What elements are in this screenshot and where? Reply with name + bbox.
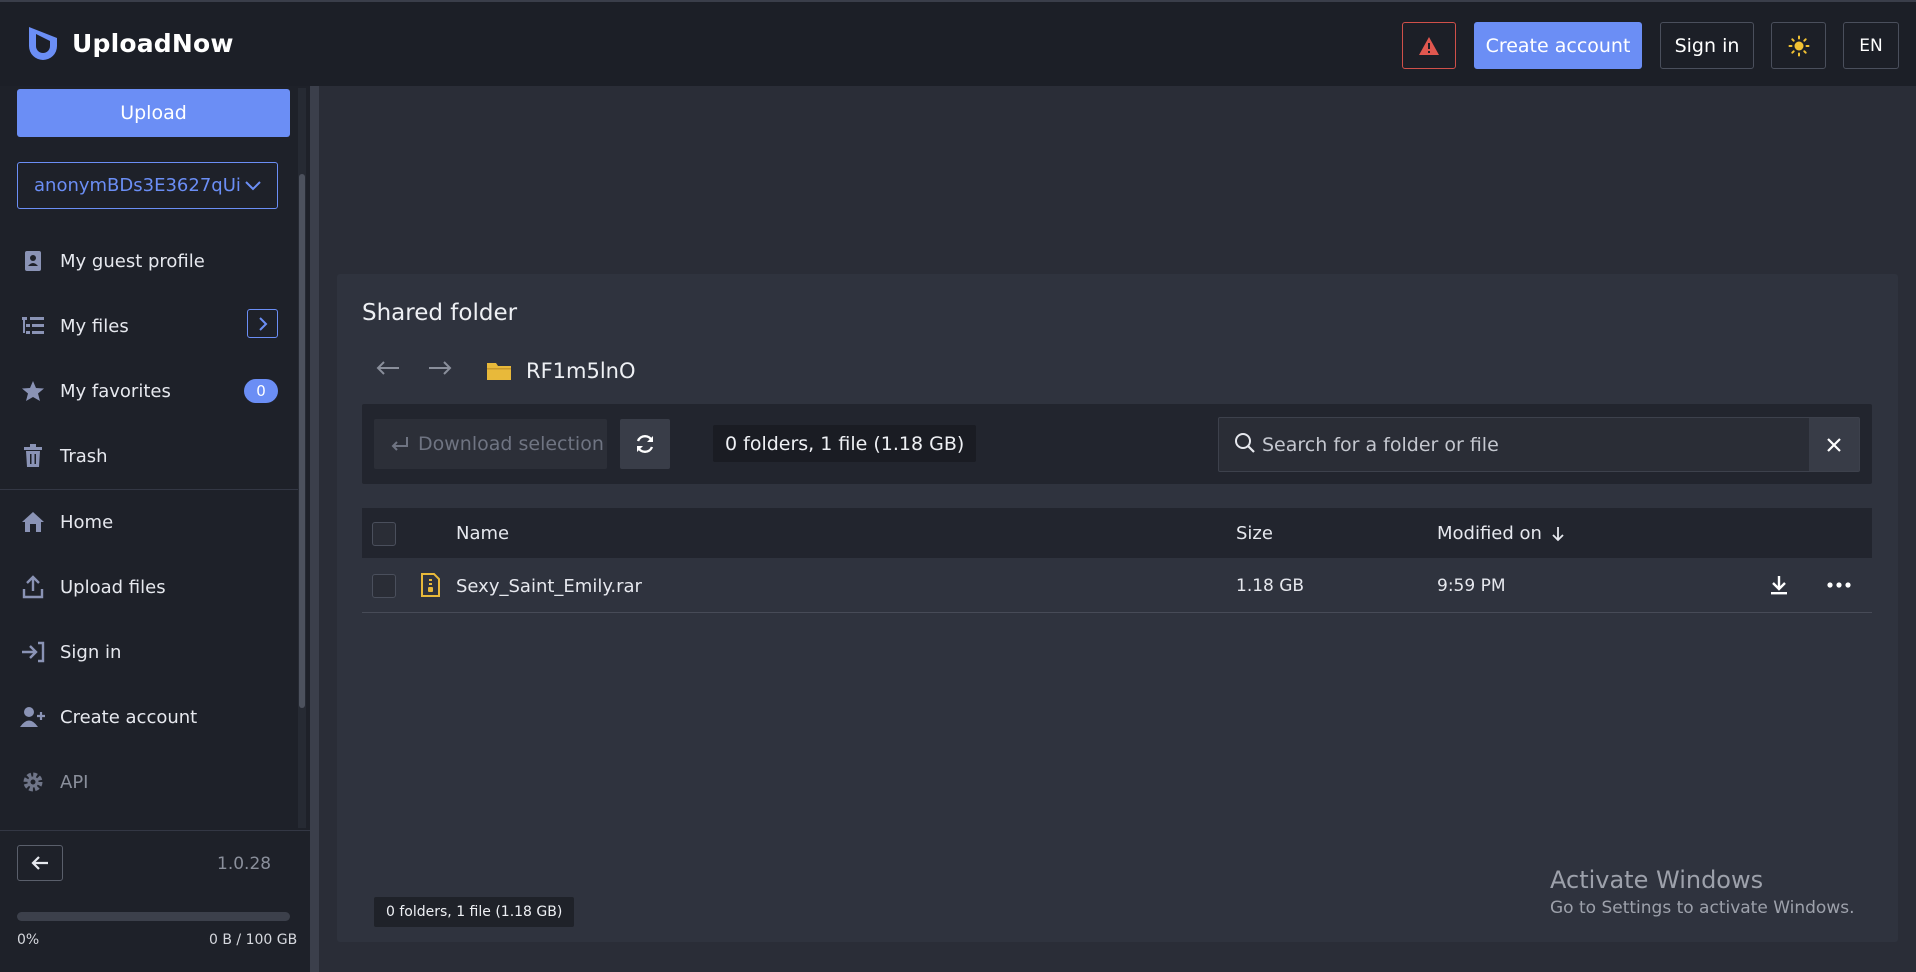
sidebar-item-label: Sign in (60, 641, 122, 663)
column-name[interactable]: Name (456, 523, 509, 544)
sidebar-item-trash[interactable]: Trash (20, 439, 108, 473)
trash-icon (20, 443, 46, 469)
upload-icon (20, 574, 46, 600)
column-modified[interactable]: Modified on (1437, 523, 1566, 544)
navigation-arrows (374, 358, 454, 378)
warning-icon (1418, 36, 1440, 56)
chevron-right-icon (256, 316, 270, 332)
star-icon (20, 378, 46, 404)
gear-icon (20, 769, 46, 795)
watermark-title: Activate Windows (1550, 866, 1764, 894)
current-folder[interactable]: RF1m5lnO (486, 359, 636, 383)
sidebar-item-label: My files (60, 315, 129, 337)
item-count-chip: 0 folders, 1 file (1.18 GB) (713, 425, 977, 462)
storage-percent: 0% (17, 932, 40, 948)
storage-progress-bar (17, 912, 290, 921)
logo-icon (26, 24, 60, 62)
collapse-sidebar-button[interactable] (17, 845, 63, 881)
download-selection-button[interactable]: Download selection (374, 419, 607, 469)
column-size[interactable]: Size (1236, 523, 1273, 544)
sidebar-item-label: Create account (60, 706, 198, 728)
sidebar-item-label: My guest profile (60, 250, 205, 272)
folder-icon (486, 360, 512, 382)
favorites-count-badge: 0 (244, 379, 278, 403)
account-name: anonymBDs3E3627qUi (34, 175, 241, 196)
sort-down-arrow-icon (1550, 525, 1566, 543)
close-icon (1826, 437, 1842, 453)
sidebar-item-label: Home (60, 511, 114, 533)
sign-in-button[interactable]: Sign in (1660, 22, 1754, 69)
arrow-left-icon (30, 854, 50, 872)
file-tree-icon (20, 313, 46, 339)
search-input[interactable] (1262, 420, 1802, 469)
sidebar-item-upload-files[interactable]: Upload files (20, 570, 166, 604)
sidebar-item-create-account[interactable]: Create account (20, 700, 197, 734)
home-icon (20, 509, 46, 535)
app-version: 1.0.28 (217, 854, 272, 874)
brand[interactable]: UploadNow (26, 24, 234, 62)
footer-count-chip: 0 folders, 1 file (1.18 GB) (374, 897, 575, 927)
sidebar-item-sign-in[interactable]: Sign in (20, 635, 121, 669)
download-icon[interactable] (1768, 574, 1790, 596)
windows-activation-watermark: Activate Windows Go to Settings to activ… (1550, 866, 1855, 918)
sidebar-item-my-favorites[interactable]: My favorites (20, 374, 171, 408)
file-name[interactable]: Sexy_Saint_Emily.rar (456, 576, 642, 597)
account-select[interactable]: anonymBDs3E3627qUi (17, 162, 278, 209)
page-title: Shared folder (362, 300, 518, 326)
sidebar-item-my-files[interactable]: My files (20, 309, 129, 343)
sidebar-resize-handle[interactable] (310, 86, 319, 972)
sidebar-scrollbar-thumb[interactable] (299, 174, 305, 708)
language-button[interactable]: EN (1843, 22, 1899, 69)
refresh-icon (634, 433, 656, 455)
sidebar-item-home[interactable]: Home (20, 505, 113, 539)
expand-files-button[interactable] (247, 309, 278, 338)
clear-search-button[interactable] (1809, 418, 1859, 471)
watermark-subtitle: Go to Settings to activate Windows. (1550, 898, 1855, 918)
select-all-checkbox[interactable] (372, 522, 396, 546)
sign-in-icon (20, 639, 46, 665)
sun-icon (1788, 35, 1810, 57)
add-user-icon (20, 704, 46, 730)
storage-amount: 0 B / 100 GB (209, 932, 298, 948)
archive-file-icon (421, 573, 440, 597)
search-icon (1234, 432, 1256, 454)
chevron-down-icon (243, 177, 263, 195)
sidebar-item-api[interactable]: API (20, 765, 88, 799)
create-account-button[interactable]: Create account (1474, 22, 1642, 69)
file-modified: 9:59 PM (1437, 576, 1506, 596)
sidebar-item-label: API (60, 771, 89, 793)
upload-button[interactable]: Upload (17, 89, 290, 137)
brand-name: UploadNow (72, 28, 234, 58)
forward-arrow-icon[interactable] (426, 358, 454, 378)
folder-name-label: RF1m5lnO (526, 359, 636, 383)
top-bar: UploadNow Create account Sign in EN (0, 0, 1916, 86)
table-header (362, 508, 1872, 558)
refresh-button[interactable] (620, 419, 670, 469)
guest-profile-icon (20, 248, 46, 274)
column-modified-label: Modified on (1437, 523, 1542, 544)
more-options-icon[interactable] (1826, 575, 1852, 595)
row-checkbox[interactable] (372, 574, 396, 598)
sidebar-divider (0, 489, 298, 490)
return-arrow-icon (390, 435, 410, 453)
alert-button[interactable] (1402, 22, 1456, 69)
sidebar-item-label: Trash (60, 445, 108, 467)
sidebar-item-label: Upload files (60, 576, 166, 598)
theme-toggle-button[interactable] (1771, 22, 1826, 69)
sidebar-item-label: My favorites (60, 380, 171, 402)
sidebar-item-guest-profile[interactable]: My guest profile (20, 244, 205, 278)
file-size: 1.18 GB (1236, 576, 1305, 596)
download-selection-label: Download selection (418, 433, 604, 455)
back-arrow-icon[interactable] (374, 358, 402, 378)
